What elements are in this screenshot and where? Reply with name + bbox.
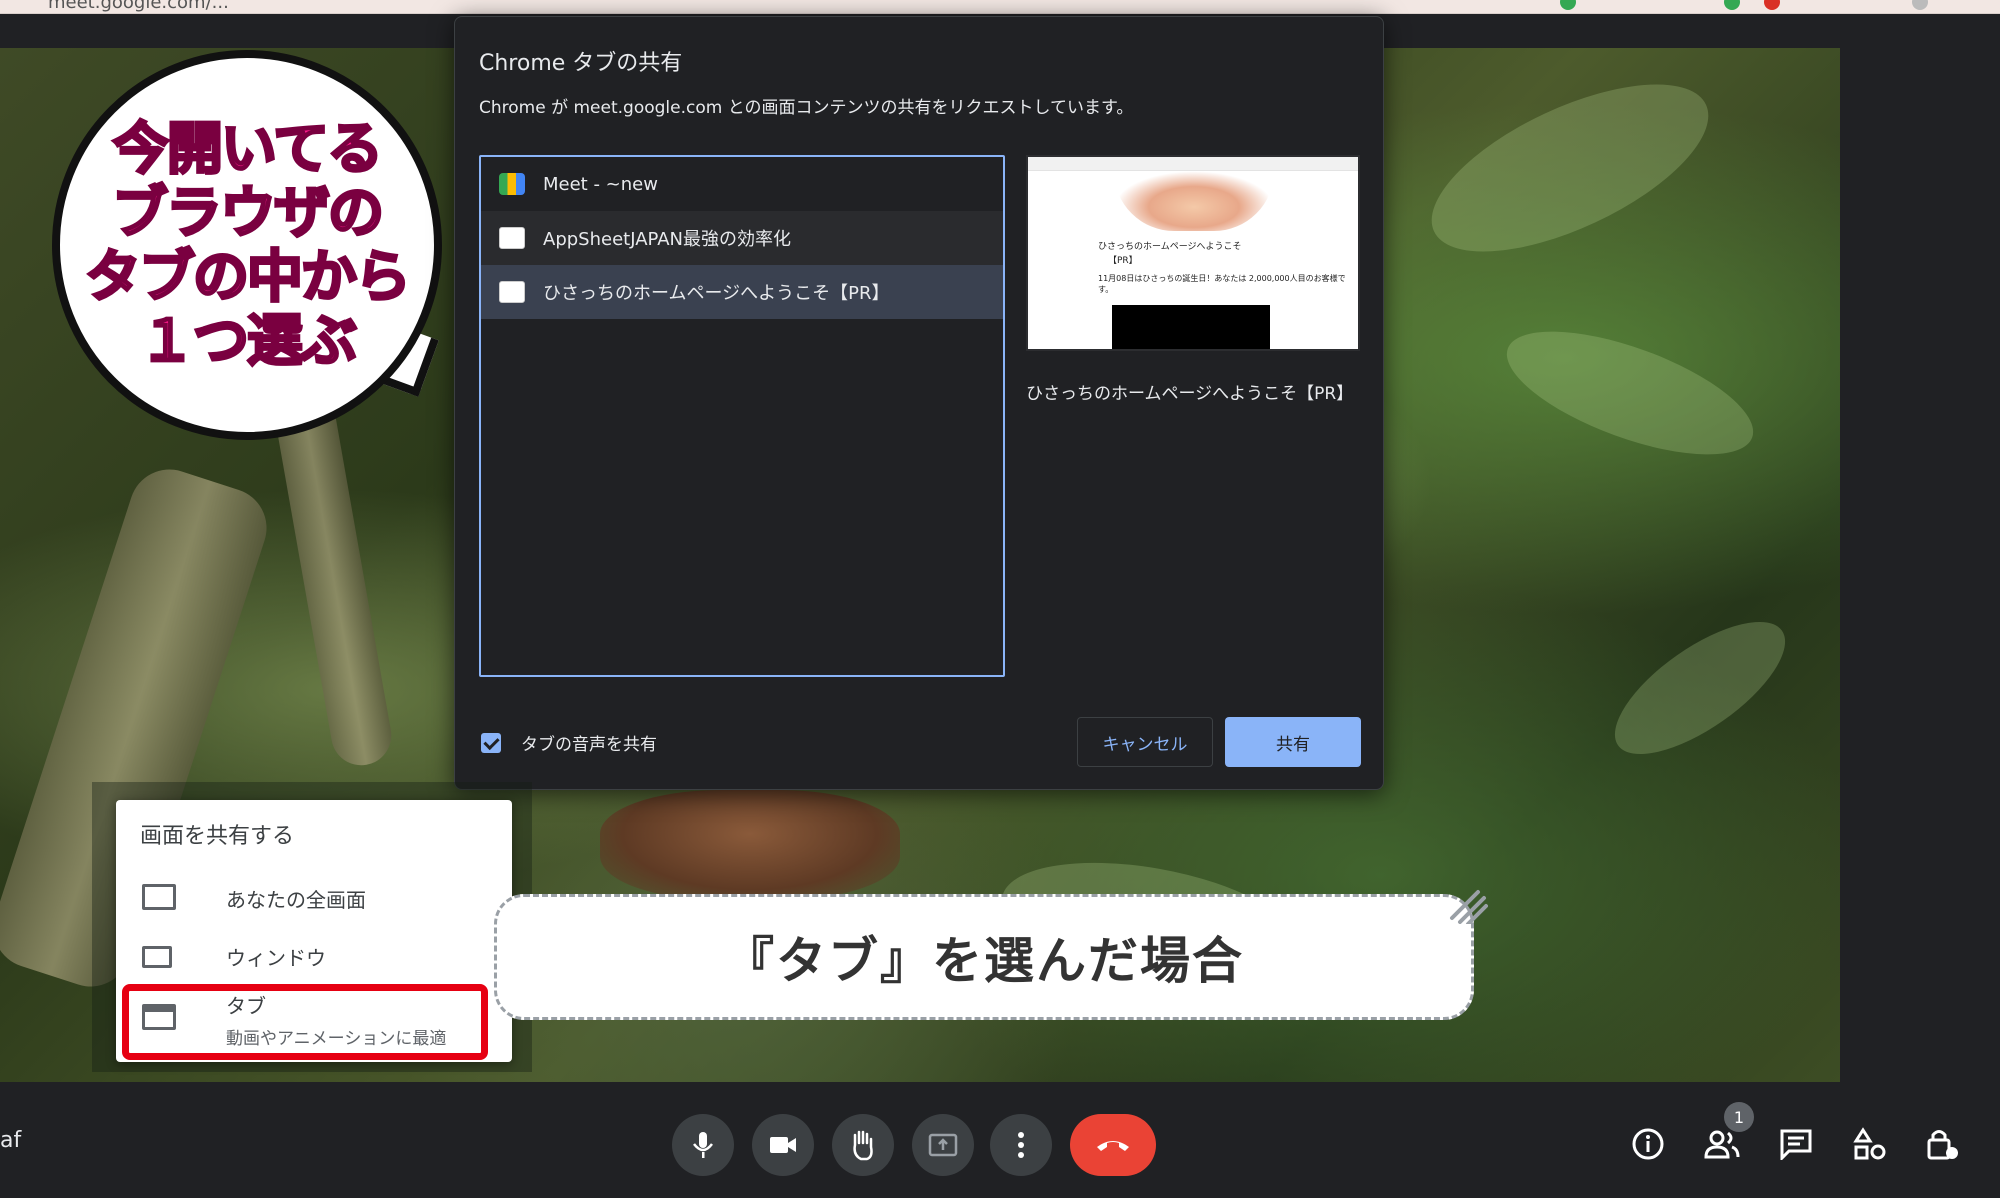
present-button[interactable] [912,1114,974,1176]
bubble-line: １つ選ぶ [138,308,359,375]
dialog-subtitle: Chrome が meet.google.com との画面コンテンツの共有をリク… [479,98,1134,118]
host-controls-button[interactable] [1922,1124,1962,1164]
hang-up-icon [1097,1141,1129,1151]
menu-item-label: あなたの全画面 [226,888,366,912]
right-gutter [1840,48,2000,1082]
tab-list-item-selected[interactable]: ひさっちのホームページへようこそ【PR】 [481,265,1003,319]
preview-black-box [1112,305,1270,349]
extension-icon[interactable] [1560,0,1576,10]
dialog-title: Chrome タブの共有 [479,51,683,76]
page-favicon-icon [499,281,525,303]
preview-character-image [1114,171,1274,231]
meet-icon [499,173,525,195]
chat-button[interactable] [1776,1124,1816,1164]
cancel-button[interactable]: キャンセル [1077,717,1213,767]
share-tab-dialog: Chrome タブの共有 Chrome が meet.google.com との… [454,16,1384,790]
more-vert-icon [1018,1132,1024,1158]
hand-icon [853,1130,873,1161]
present-screen-icon [928,1133,958,1157]
bubble-line: 今開いてる [111,116,384,183]
end-call-button[interactable] [1070,1114,1156,1176]
camera-button[interactable] [752,1114,814,1176]
microphone-icon [693,1132,713,1158]
share-button[interactable]: 共有 [1225,717,1361,767]
preview-text: ひさっちのホームページへようこそ [1098,242,1242,252]
tab-preview-thumbnail: ひさっちのホームページへようこそ 【PR】 11月08日はひさっちの誕生日！あな… [1026,155,1360,351]
meeting-details-button[interactable] [1628,1124,1668,1164]
chat-icon [1780,1129,1812,1160]
bubble-line: タブの中から [84,244,413,311]
leaf [1595,597,1805,779]
raise-hand-button[interactable] [832,1114,894,1176]
share-audio-checkbox[interactable] [481,733,501,753]
extension-icon[interactable] [1724,0,1740,10]
preview-text: 11月08日はひさっちの誕生日！あなたは 2,000,000人目のお客様です。 [1098,274,1346,294]
participants-count-badge: 1 [1724,1102,1754,1132]
caption-text: 『タブ』を選んだ場合 [724,931,1244,990]
address-bar[interactable]: meet.google.com/... [48,0,229,13]
highlight-frame [122,984,488,1060]
menu-item-label: ウィンドウ [226,946,326,970]
tab-list-item[interactable]: Meet - ~new [481,157,1003,211]
tab-list-item[interactable]: AppSheetJAPAN最強の効率化 [481,211,1003,265]
preview-text: 【PR】 [1108,256,1138,266]
bubble-line: ブラウザの [111,180,386,247]
share-audio-label: タブの音声を共有 [521,735,657,755]
microphone-button[interactable] [672,1114,734,1176]
extension-icon[interactable] [1764,0,1780,10]
info-icon [1632,1128,1664,1160]
menu-item-window[interactable]: ウィンドウ [116,928,512,988]
activities-button[interactable] [1850,1124,1890,1164]
meeting-code: af [0,1128,22,1153]
tab-label: AppSheetJAPAN最強の効率化 [543,229,791,250]
menu-item-entire-screen[interactable]: あなたの全画面 [116,868,512,928]
lock-person-icon [1927,1130,1958,1160]
leaf [1492,306,1768,480]
caption-box: 『タブ』を選んだ場合 [494,894,1474,1020]
people-icon [1704,1130,1740,1159]
page-favicon-icon [499,227,525,249]
speech-bubble-text: 今開いてる ブラウザの タブの中から １つ選ぶ [72,116,422,375]
orangutan [600,790,900,900]
leaf [1408,50,1732,286]
window-icon [142,946,172,968]
more-options-button[interactable] [990,1114,1052,1176]
tab-label: Meet - ~new [543,173,658,195]
preview-header [1028,157,1358,171]
screenshot-root: meet.google.com/... 今開いてる ブラウザの タブの中から １… [0,0,2000,1198]
sparkle-icon [1450,890,1488,924]
present-menu-title: 画面を共有する [140,824,295,849]
camera-icon [770,1137,796,1153]
tab-label: ひさっちのホームページへようこそ【PR】 [543,283,890,304]
preview-caption: ひさっちのホームページへようこそ【PR】 [1026,384,1354,404]
shapes-icon [1853,1127,1886,1160]
profile-avatar[interactable] [1912,0,1928,10]
browser-toolbar: meet.google.com/... [0,0,2000,14]
monitor-icon [142,884,176,910]
tab-list[interactable]: Meet - ~new AppSheetJAPAN最強の効率化 ひさっちのホーム… [479,155,1005,677]
